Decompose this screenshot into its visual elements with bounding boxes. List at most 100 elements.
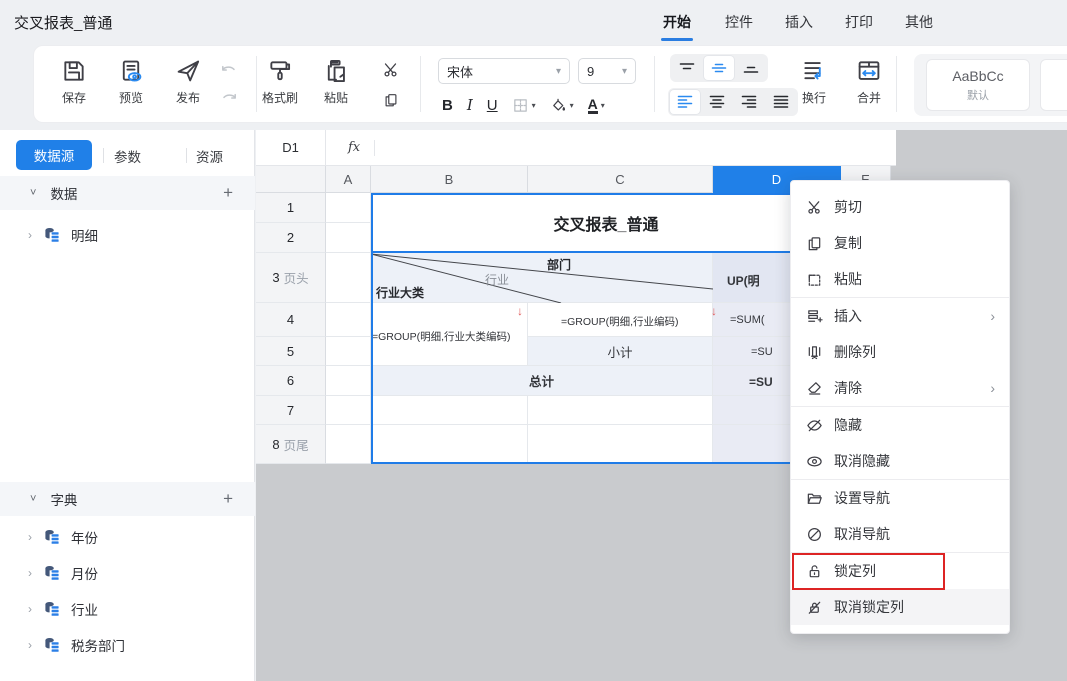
sidebar-tab-datasource[interactable]: 数据源: [16, 140, 92, 170]
database-icon: [44, 227, 61, 243]
cell-B4[interactable]: ↓ =GROUP(明细,行业大类编码): [371, 303, 528, 366]
style-default[interactable]: AaBbCc 默认: [926, 59, 1030, 111]
cell-A4[interactable]: [326, 303, 371, 337]
undo-button[interactable]: [216, 58, 242, 82]
copy-button[interactable]: [378, 88, 404, 112]
style-title[interactable]: AaBb 标题: [1040, 59, 1067, 111]
font-family-select[interactable]: 宋体 ▾: [438, 58, 570, 84]
column-header-B[interactable]: B: [371, 166, 528, 193]
underline-button[interactable]: U: [487, 97, 498, 114]
menu-item-unlock-column[interactable]: 取消锁定列: [791, 589, 1009, 625]
wrap-text-button[interactable]: 换行: [786, 55, 842, 106]
row-header-1[interactable]: 1: [256, 193, 326, 223]
paste-button[interactable]: 粘贴: [308, 55, 364, 106]
add-icon[interactable]: +: [223, 183, 233, 203]
cell-A5[interactable]: [326, 337, 371, 366]
row-header-2[interactable]: 2: [256, 223, 326, 253]
cell-reference-box[interactable]: D1: [256, 130, 326, 165]
tree-item-tax-dept[interactable]: › 税务部门: [0, 628, 255, 662]
menu-item-cut[interactable]: 剪切: [791, 189, 1009, 225]
align-center-button[interactable]: [702, 90, 732, 114]
horizontal-align-group: [668, 88, 798, 116]
cell-C7[interactable]: [528, 396, 713, 425]
align-right-button[interactable]: [734, 90, 764, 114]
cell-A8[interactable]: [326, 425, 371, 464]
tab-insert[interactable]: 插入: [785, 12, 813, 32]
diagonal-label-bottom: 行业大类: [376, 284, 424, 301]
tree-item-month[interactable]: › 月份: [0, 556, 255, 590]
preview-button[interactable]: 预览: [103, 55, 159, 106]
menu-item-copy[interactable]: 复制: [791, 225, 1009, 261]
align-bottom-button[interactable]: [736, 56, 766, 80]
cell-C4[interactable]: ↓ =GROUP(明细,行业编码): [528, 303, 713, 337]
save-button[interactable]: 保存: [46, 55, 102, 106]
tab-other[interactable]: 其他: [905, 12, 933, 32]
row-header-3[interactable]: 3页头: [256, 253, 326, 303]
tab-widgets[interactable]: 控件: [725, 12, 753, 32]
row-header-7[interactable]: 7: [256, 396, 326, 425]
cell-title-B1-D2[interactable]: 交叉报表_普通: [371, 193, 841, 253]
publish-button[interactable]: 发布: [160, 55, 216, 106]
merge-cells-button[interactable]: 合并: [841, 55, 897, 106]
menu-item-clear[interactable]: 清除 ›: [791, 370, 1009, 406]
tree-item-detail[interactable]: › 明细: [0, 218, 255, 252]
section-dictionary[interactable]: ˅ 字典 +: [0, 482, 255, 516]
fill-color-button[interactable]: ▾: [550, 97, 574, 114]
add-icon[interactable]: +: [223, 489, 233, 509]
row-header-5[interactable]: 5: [256, 337, 326, 366]
menu-item-insert[interactable]: 插入 ›: [791, 298, 1009, 334]
fx-icon: fx: [348, 140, 360, 155]
cell-diagonal-header-B3[interactable]: 部门 行业 行业大类: [371, 253, 713, 303]
tree-item-industry[interactable]: › 行业: [0, 592, 255, 626]
menu-item-cancel-navigation[interactable]: 取消导航: [791, 516, 1009, 552]
sidebar-tab-resources[interactable]: 资源: [196, 146, 223, 166]
borders-button[interactable]: ▾: [512, 97, 536, 114]
align-left-button[interactable]: [670, 90, 700, 114]
italic-button[interactable]: I: [467, 96, 473, 114]
align-middle-icon: [711, 62, 727, 74]
row-header-8[interactable]: 8页尾: [256, 425, 326, 464]
cell-C8[interactable]: [528, 425, 713, 464]
paste-icon: [308, 55, 364, 87]
format-painter-button[interactable]: 格式刷: [252, 55, 308, 106]
folder-icon: [805, 489, 823, 507]
menu-item-set-navigation[interactable]: 设置导航: [791, 480, 1009, 516]
cell-B6[interactable]: 总计: [371, 366, 713, 396]
topbar: 交叉报表_普通 开始 控件 插入 打印 其他: [0, 0, 1067, 44]
cut-button[interactable]: [378, 58, 404, 82]
cell-A1[interactable]: [326, 193, 371, 223]
cell-A3[interactable]: [326, 253, 371, 303]
tab-home[interactable]: 开始: [663, 12, 691, 32]
cell-B8[interactable]: [371, 425, 528, 464]
corner-header[interactable]: [256, 166, 326, 193]
column-header-C[interactable]: C: [528, 166, 713, 193]
menu-item-unhide[interactable]: 取消隐藏: [791, 443, 1009, 479]
bold-button[interactable]: B: [442, 97, 453, 114]
redo-button[interactable]: [216, 86, 242, 110]
chevron-right-icon: ›: [28, 228, 32, 242]
menu-item-delete-column[interactable]: 删除列: [791, 334, 1009, 370]
menu-item-paste[interactable]: 粘贴: [791, 261, 1009, 297]
borders-icon: [512, 97, 529, 114]
align-middle-button[interactable]: [704, 56, 734, 80]
cell-A2[interactable]: [326, 223, 371, 253]
cell-B7[interactable]: [371, 396, 528, 425]
sidebar-tab-params[interactable]: 参数: [114, 146, 141, 166]
font-size-select[interactable]: 9 ▾: [578, 58, 636, 84]
menu-item-lock-column[interactable]: 锁定列: [791, 553, 1009, 589]
cell-A7[interactable]: [326, 396, 371, 425]
row-header-4[interactable]: 4: [256, 303, 326, 337]
chevron-down-icon: ▾: [532, 101, 536, 110]
document-title: 交叉报表_普通: [14, 12, 112, 33]
menu-item-hide[interactable]: 隐藏: [791, 407, 1009, 443]
align-top-button[interactable]: [672, 56, 702, 80]
tree-item-year[interactable]: › 年份: [0, 520, 255, 554]
font-color-button[interactable]: A ▾: [588, 97, 605, 114]
row-header-6[interactable]: 6: [256, 366, 326, 396]
cell-A6[interactable]: [326, 366, 371, 396]
tab-print[interactable]: 打印: [845, 12, 873, 32]
column-header-A[interactable]: A: [326, 166, 371, 193]
cell-C5[interactable]: 小计: [528, 337, 713, 366]
section-data[interactable]: ˅ 数据 +: [0, 176, 255, 210]
paste-icon: [805, 270, 823, 288]
